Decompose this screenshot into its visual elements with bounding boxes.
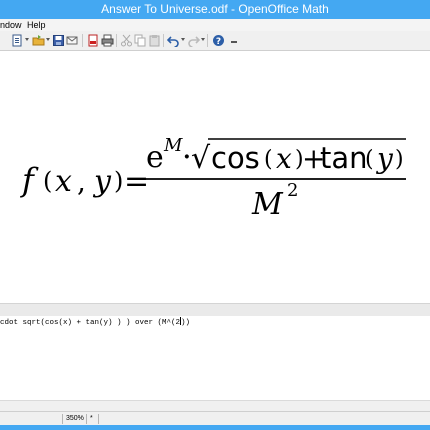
formula-denominator-M: M <box>251 187 284 222</box>
toolbar-separator <box>163 34 164 47</box>
help-icon[interactable]: ? <box>211 33 226 48</box>
new-dropdown-icon[interactable] <box>25 38 29 41</box>
formula-exponent-M: M <box>163 135 183 156</box>
command-text[interactable]: cdot sqrt(cos(x) + tan(y) ) ) over (M^(2… <box>0 317 190 327</box>
standard-toolbar: ? <box>0 31 430 51</box>
formula-rparen: ) <box>114 167 123 195</box>
formula-x: x <box>55 164 72 199</box>
pane-splitter[interactable] <box>0 303 430 321</box>
undo-icon[interactable] <box>166 33 181 48</box>
formula-f: f <box>20 161 39 199</box>
rendered-formula: f ( x , y ) = e M · √ cos ( x ) + tan ( … <box>20 135 406 222</box>
formula-cos: cos <box>211 141 260 175</box>
open-dropdown-icon[interactable] <box>46 38 50 41</box>
formula-cos-x: x <box>276 142 292 175</box>
formula-command-editor[interactable]: cdot sqrt(cos(x) + tan(y) ) ) over (M^(2… <box>0 316 430 410</box>
formula-tan: tan <box>320 141 368 175</box>
toolbar-separator <box>116 34 117 47</box>
window-title: Answer To Universe.odf - OpenOffice Math <box>101 2 329 16</box>
copy-icon[interactable] <box>133 33 148 48</box>
formula-document[interactable]: f ( x , y ) = e M · √ cos ( x ) + tan ( … <box>0 51 430 303</box>
formula-cdot: · <box>183 144 191 170</box>
formula-tan-lparen: ( <box>365 147 374 172</box>
menu-help[interactable]: Help <box>27 19 46 31</box>
command-text-after-caret: )) <box>181 319 191 327</box>
formula-tan-y: y <box>375 142 394 175</box>
formula-cos-lparen: ( <box>264 147 273 172</box>
new-icon[interactable] <box>10 33 25 48</box>
menu-window[interactable]: ndow <box>0 19 22 31</box>
mail-icon[interactable] <box>65 33 80 48</box>
status-divider <box>98 414 99 424</box>
formula-e: e <box>146 140 164 175</box>
toolbar-options-icon[interactable] <box>227 33 242 48</box>
redo-icon[interactable] <box>186 33 201 48</box>
formula-denominator-exponent: 2 <box>287 180 298 201</box>
status-divider <box>86 414 87 424</box>
cut-icon[interactable] <box>119 33 134 48</box>
formula-sqrt: √ <box>191 141 211 176</box>
open-icon[interactable] <box>31 33 46 48</box>
formula-y: y <box>92 164 112 199</box>
formula-tan-rparen: ) <box>395 147 404 172</box>
toolbar-separator <box>207 34 208 47</box>
zoom-level[interactable]: 350% <box>66 412 84 426</box>
horizontal-scrollbar[interactable] <box>0 400 430 411</box>
print-icon[interactable] <box>100 33 115 48</box>
status-bar: 350% * <box>0 411 430 426</box>
paste-icon[interactable] <box>147 33 162 48</box>
window-bottom-frame <box>0 425 430 430</box>
toolbar-separator <box>82 34 83 47</box>
menu-bar: ndow Help <box>0 19 430 31</box>
redo-dropdown-icon[interactable] <box>201 38 205 41</box>
save-icon[interactable] <box>51 33 66 48</box>
window-titlebar: Answer To Universe.odf - OpenOffice Math <box>0 0 430 19</box>
command-text-before-caret: cdot sqrt(cos(x) + tan(y) ) ) over (M^(2 <box>0 319 181 327</box>
modified-indicator: * <box>90 415 93 422</box>
undo-dropdown-icon[interactable] <box>181 38 185 41</box>
export-pdf-icon[interactable] <box>86 33 101 48</box>
svg-text:?: ? <box>216 37 221 47</box>
formula-comma: , <box>77 165 86 198</box>
formula-lparen: ( <box>43 167 52 195</box>
splitter-grip-icon[interactable] <box>203 308 223 321</box>
status-divider <box>62 414 63 424</box>
